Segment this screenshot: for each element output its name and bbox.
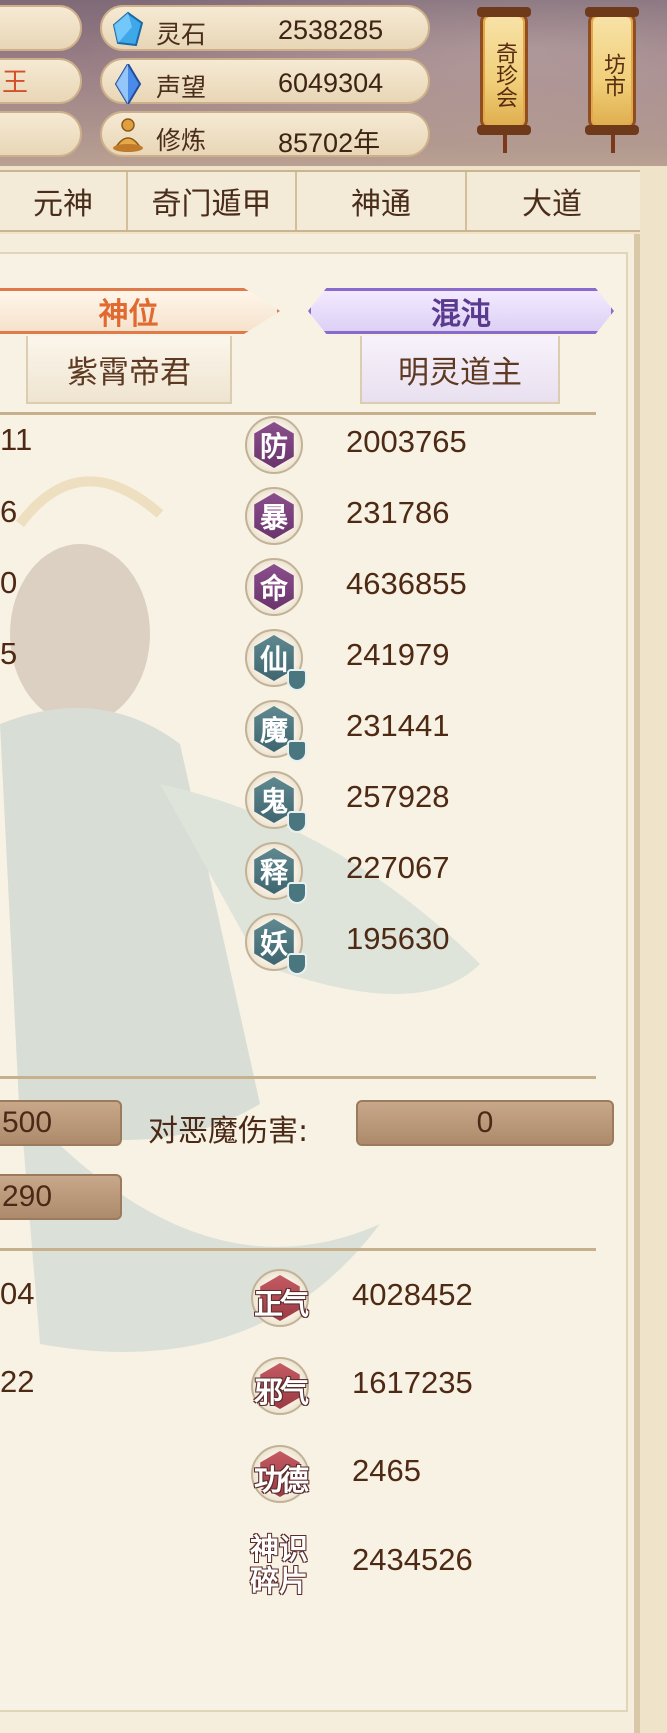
tab-qimen-dunjia[interactable]: 奇门遁甲 (128, 172, 297, 230)
demon-damage-value: 0 (476, 1106, 494, 1139)
resource-bar: 王 灵石 2538285 声望 6049304 修炼 85702年 奇珍会 坊市 (0, 0, 667, 166)
stat-value-cut: 04 (0, 1276, 35, 1311)
lantern-tassel (611, 135, 615, 153)
stat-label: 功德 (253, 1463, 309, 1497)
shield-icon (287, 669, 307, 691)
shield-icon (287, 811, 307, 833)
merit-value: 2465 (352, 1453, 421, 1488)
stat-label: 正气 (253, 1287, 309, 1321)
stat-value-cut: 22 (0, 1364, 35, 1399)
buddha-resist-icon: 释 (245, 842, 307, 904)
immortal-resist-icon: 仙 (245, 629, 307, 691)
lantern-tassel (503, 135, 507, 153)
crit-value: 231786 (346, 495, 450, 530)
lantern-cap (585, 125, 639, 135)
resource-cultivation[interactable]: 修炼 85702年 (100, 111, 430, 158)
tab-bar: 元神 奇门遁甲 神通 大道 (0, 170, 640, 232)
evil-value: 1617235 (352, 1365, 473, 1400)
evil-icon: 邪气 (251, 1357, 309, 1415)
stat-value-cut: 0 (0, 565, 18, 600)
shenwei-title: 紫霄帝君 (26, 336, 232, 404)
resource-value: 2538285 (278, 15, 384, 45)
divider (0, 1248, 596, 1251)
hit-value: 4636855 (346, 566, 467, 601)
hit-icon: 命 (245, 558, 303, 616)
lantern-label: 坊市 (600, 53, 625, 97)
character-artwork (0, 476, 480, 1352)
lantern-cap (477, 7, 531, 17)
lantern-cap (477, 125, 531, 135)
demon-resist-value: 231441 (346, 708, 450, 743)
buddha-resist-value: 227067 (346, 850, 450, 885)
righteous-icon: 正气 (251, 1269, 309, 1327)
damage-value: 500 (2, 1106, 53, 1139)
spirit-stone-icon (110, 11, 146, 47)
hundun-badge: 混沌 (308, 288, 614, 334)
soul-fragment-icon: 神识 碎片 (250, 1533, 309, 1597)
left-capsule-2: 王 (0, 58, 82, 104)
side-character: 王 (2, 68, 29, 98)
demon-resist-icon: 魔 (245, 700, 307, 762)
resource-label: 声望 (156, 73, 207, 102)
lantern-label: 奇珍会 (492, 42, 517, 108)
tab-dadao[interactable]: 大道 (467, 172, 637, 230)
resource-label: 灵石 (156, 20, 207, 49)
treasure-auction-button[interactable]: 奇珍会 (477, 7, 531, 153)
resource-label: 修炼 (156, 126, 207, 155)
stat-label-line: 碎片 (249, 1564, 308, 1598)
ghost-resist-icon: 鬼 (245, 771, 307, 833)
divider (0, 412, 596, 415)
yao-resist-icon: 妖 (245, 913, 307, 975)
stat-label-line: 神识 (249, 1532, 308, 1566)
damage-box-left-1: 500 (0, 1100, 122, 1146)
immortal-resist-value: 241979 (346, 637, 450, 672)
merit-icon: 功德 (251, 1445, 309, 1503)
damage-box-left-2: 290 (0, 1174, 122, 1220)
stats-panel-inner: 神位 紫霄帝君 混沌 明灵道主 11 6 0 5 防 2003765 暴 231… (0, 252, 628, 1712)
resource-prestige[interactable]: 声望 6049304 (100, 58, 430, 106)
scrollbar[interactable] (634, 234, 640, 1733)
stats-panel: 神位 紫霄帝君 混沌 明灵道主 11 6 0 5 防 2003765 暴 231… (0, 234, 640, 1733)
demon-damage-box: 0 (356, 1100, 614, 1146)
ghost-resist-value: 257928 (346, 779, 450, 814)
tab-shentong[interactable]: 神通 (297, 172, 467, 230)
resource-value: 6049304 (278, 68, 384, 98)
market-button[interactable]: 坊市 (585, 7, 639, 153)
meditation-icon (110, 117, 146, 153)
damage-value: 290 (2, 1180, 53, 1213)
prestige-crystal-icon (110, 62, 146, 106)
stat-value-cut: 11 (0, 422, 33, 457)
stat-value-cut: 5 (0, 636, 18, 671)
stat-label: 邪气 (253, 1375, 309, 1409)
soul-fragment-value: 2434526 (352, 1542, 473, 1577)
shield-icon (287, 953, 307, 975)
left-capsule-1 (0, 5, 82, 51)
divider (0, 1076, 596, 1079)
crit-icon: 暴 (245, 487, 303, 545)
left-capsule-3 (0, 111, 82, 157)
shenwei-badge: 神位 (0, 288, 280, 334)
shield-icon (287, 740, 307, 762)
tab-yuanshen[interactable]: 元神 (0, 172, 128, 230)
shield-icon (287, 882, 307, 904)
righteous-value: 4028452 (352, 1277, 473, 1312)
lantern-cap (585, 7, 639, 17)
hundun-title: 明灵道主 (360, 336, 560, 404)
resource-spirit-stone[interactable]: 灵石 2538285 (100, 5, 430, 51)
defense-icon: 防 (245, 416, 303, 474)
stat-value-cut: 6 (0, 494, 18, 529)
resource-value: 85702年 (278, 128, 381, 158)
yao-resist-value: 195630 (346, 921, 450, 956)
defense-value: 2003765 (346, 424, 467, 459)
demon-damage-label: 对恶魔伤害: (148, 1114, 309, 1149)
